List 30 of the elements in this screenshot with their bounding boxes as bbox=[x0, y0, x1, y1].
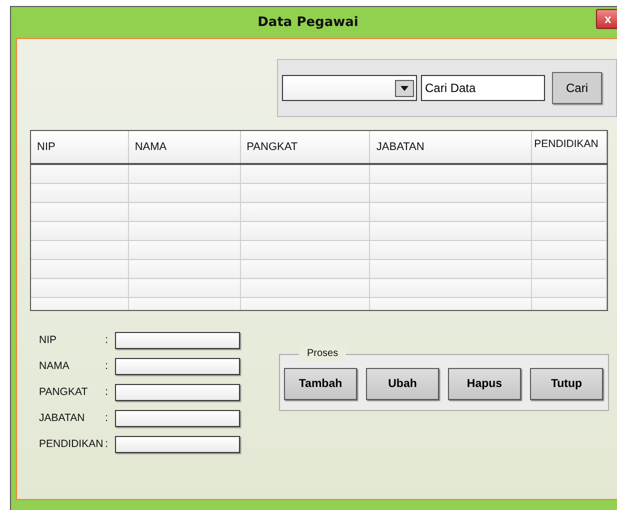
colon-separator: : bbox=[105, 412, 110, 424]
field-label: NIP bbox=[38, 334, 58, 346]
input-field[interactable] bbox=[115, 436, 240, 452]
column-header[interactable]: JABATAN bbox=[370, 131, 532, 163]
field-label: PANGKAT bbox=[38, 386, 89, 398]
search-field[interactable]: Cari Data bbox=[421, 75, 545, 101]
column-header[interactable]: NAMA bbox=[128, 131, 241, 163]
column-header[interactable]: NIP bbox=[31, 131, 129, 163]
action-button[interactable]: Ubah bbox=[366, 368, 439, 400]
action-button[interactable]: Tutup bbox=[530, 368, 603, 400]
input-field[interactable] bbox=[115, 410, 240, 426]
colon-separator: : bbox=[105, 438, 110, 450]
search-button[interactable]: Cari bbox=[552, 72, 602, 104]
colon-separator: : bbox=[105, 386, 110, 398]
close-button[interactable]: x bbox=[596, 9, 617, 29]
field-label: PENDIDIKAN bbox=[38, 438, 103, 450]
field-label: JABATAN bbox=[38, 412, 86, 424]
window-title: Data Pegawai bbox=[258, 15, 358, 30]
input-field[interactable] bbox=[115, 358, 240, 374]
group-legend: Proses bbox=[299, 346, 346, 361]
action-button[interactable]: Tambah bbox=[284, 368, 357, 400]
input-field[interactable] bbox=[115, 384, 240, 400]
input-field[interactable] bbox=[115, 332, 240, 348]
action-button[interactable]: Hapus bbox=[448, 368, 521, 400]
column-header[interactable]: PANGKAT bbox=[240, 131, 370, 163]
dropdown[interactable] bbox=[282, 75, 417, 101]
field-label: NAMA bbox=[38, 360, 70, 372]
column-header[interactable]: PENDIDIKAN bbox=[532, 131, 607, 163]
colon-separator: : bbox=[105, 334, 110, 346]
colon-separator: : bbox=[105, 360, 110, 372]
